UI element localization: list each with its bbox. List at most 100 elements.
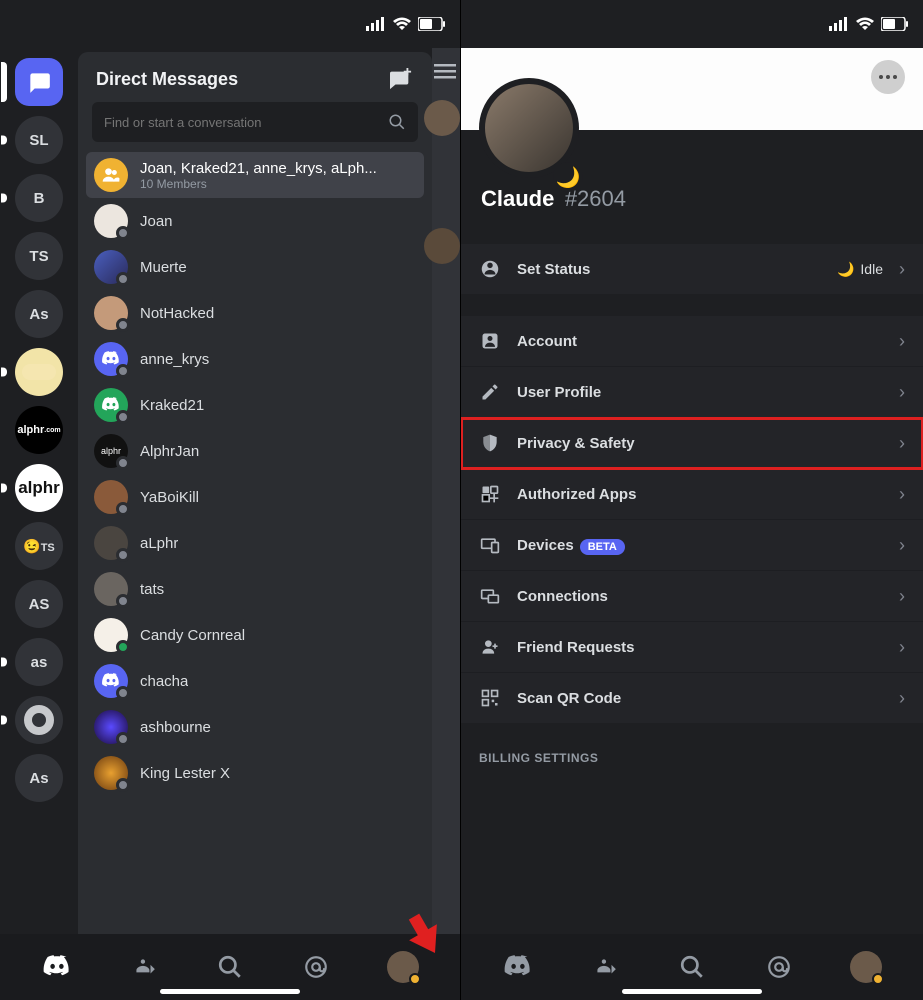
idle-moon-icon: 🌙: [556, 165, 581, 190]
row-scan-qr[interactable]: Scan QR Code ›: [461, 673, 923, 723]
chevron-right-icon: ›: [899, 331, 905, 352]
server-emoji-ts[interactable]: 😉TS: [15, 522, 63, 570]
dm-item-chacha[interactable]: chacha: [86, 658, 424, 704]
home-indicator[interactable]: [160, 989, 300, 994]
server-alphr-com[interactable]: alphr.com: [15, 406, 63, 454]
status-bar: [0, 0, 460, 48]
beta-badge: BETA: [580, 539, 625, 555]
nav-friends[interactable]: [580, 947, 630, 987]
dm-panel: Direct Messages Joan, Kraked21, anne_kry…: [78, 52, 432, 934]
server-ts[interactable]: TS: [15, 232, 63, 280]
chat-icon: [26, 69, 52, 95]
row-account[interactable]: Account ›: [461, 316, 923, 367]
nav-friends[interactable]: [119, 947, 169, 987]
nav-search[interactable]: [205, 947, 255, 987]
annotation-arrow: [402, 912, 446, 956]
hamburger-icon[interactable]: [434, 64, 456, 80]
server-alphr[interactable]: alphr: [15, 464, 63, 512]
dm-item-kinglester[interactable]: King Lester X: [86, 750, 424, 796]
search-icon: [388, 113, 406, 131]
row-privacy-safety[interactable]: Privacy & Safety ›: [461, 418, 923, 469]
chevron-right-icon: ›: [899, 382, 905, 403]
dm-title: Direct Messages: [96, 69, 238, 90]
nav-discord[interactable]: [32, 947, 82, 987]
more-button[interactable]: [871, 60, 905, 94]
row-connections[interactable]: Connections ›: [461, 571, 923, 622]
friend-icon: [479, 636, 501, 658]
chevron-right-icon: ›: [899, 688, 905, 709]
dm-search[interactable]: [92, 102, 418, 142]
dm-item-muerte[interactable]: Muerte: [86, 244, 424, 290]
row-devices[interactable]: DevicesBETA ›: [461, 520, 923, 571]
nav-mentions[interactable]: [291, 947, 341, 987]
nav-mentions[interactable]: [754, 947, 804, 987]
right-screenshot: 🌙 Claude #2604 Set Status 🌙Idle › Accoun…: [461, 0, 923, 1000]
dm-item-yaboikill[interactable]: YaBoiKill: [86, 474, 424, 520]
preview-avatar-1: [424, 100, 460, 136]
row-set-status[interactable]: Set Status 🌙Idle ›: [461, 244, 923, 294]
battery-icon: [881, 17, 909, 31]
server-b[interactable]: B: [15, 174, 63, 222]
dm-item-alphr[interactable]: aLphr: [86, 520, 424, 566]
search-input[interactable]: [104, 115, 388, 130]
row-authorized-apps[interactable]: Authorized Apps ›: [461, 469, 923, 520]
left-screenshot: SL B TS As alphr.com alphr 😉TS AS as As …: [0, 0, 461, 1000]
chevron-right-icon: ›: [899, 637, 905, 658]
server-as[interactable]: As: [15, 290, 63, 338]
signal-icon: [829, 17, 849, 31]
server-as2[interactable]: AS: [15, 580, 63, 628]
billing-header: BILLING SETTINGS: [461, 723, 923, 777]
devices-icon: [479, 534, 501, 556]
server-sidebar[interactable]: SL B TS As alphr.com alphr 😉TS AS as As: [0, 48, 78, 934]
group-sub: 10 Members: [140, 177, 416, 191]
qr-icon: [479, 687, 501, 709]
dm-item-nothacked[interactable]: NotHacked: [86, 290, 424, 336]
server-as3[interactable]: as: [15, 638, 63, 686]
home-indicator[interactable]: [622, 989, 762, 994]
dm-list: Joan, Kraked21, anne_krys, aLph... 10 Me…: [78, 152, 432, 796]
server-twinkie[interactable]: [15, 348, 63, 396]
server-as4[interactable]: As: [15, 754, 63, 802]
profile-area: 🌙 Claude #2604 Set Status 🌙Idle › Accoun…: [461, 130, 923, 934]
settings-section: Account › User Profile › Privacy & Safet…: [461, 316, 923, 723]
status-icon: [479, 258, 501, 280]
pencil-icon: [479, 381, 501, 403]
dm-item-ashbourne[interactable]: ashbourne: [86, 704, 424, 750]
dm-item-joan[interactable]: Joan: [86, 198, 424, 244]
battery-icon: [418, 17, 446, 31]
shield-icon: [479, 432, 501, 454]
new-dm-icon[interactable]: [388, 68, 414, 90]
status-bar: [461, 0, 923, 48]
nav-discord[interactable]: [493, 947, 543, 987]
chevron-right-icon: ›: [899, 433, 905, 454]
status-section: Set Status 🌙Idle ›: [461, 244, 923, 294]
more-icon: [879, 75, 897, 79]
dm-item-alphrjan[interactable]: alphrAlphrJan: [86, 428, 424, 474]
dm-item-kraked21[interactable]: Kraked21: [86, 382, 424, 428]
chevron-right-icon: ›: [899, 484, 905, 505]
wifi-icon: [855, 17, 875, 31]
nav-search[interactable]: [667, 947, 717, 987]
nav-profile[interactable]: [841, 947, 891, 987]
dm-item-candy[interactable]: Candy Cornreal: [86, 612, 424, 658]
row-user-profile[interactable]: User Profile ›: [461, 367, 923, 418]
wifi-icon: [392, 17, 412, 31]
dm-button[interactable]: [15, 58, 63, 106]
chevron-right-icon: ›: [899, 586, 905, 607]
idle-moon-icon: 🌙: [837, 261, 854, 278]
row-friend-requests[interactable]: Friend Requests ›: [461, 622, 923, 673]
connections-icon: [479, 585, 501, 607]
preview-avatar-2: [424, 228, 460, 264]
apps-icon: [479, 483, 501, 505]
account-icon: [479, 330, 501, 352]
dm-group[interactable]: Joan, Kraked21, anne_krys, aLph... 10 Me…: [86, 152, 424, 198]
group-avatar: [94, 158, 128, 192]
dm-item-tats[interactable]: tats: [86, 566, 424, 612]
group-icon: [101, 165, 121, 185]
server-sl[interactable]: SL: [15, 116, 63, 164]
dm-item-annekrys[interactable]: anne_krys: [86, 336, 424, 382]
signal-icon: [366, 17, 386, 31]
server-ring[interactable]: [15, 696, 63, 744]
status-value: 🌙Idle: [837, 261, 883, 278]
group-name: Joan, Kraked21, anne_krys, aLph...: [140, 160, 416, 177]
